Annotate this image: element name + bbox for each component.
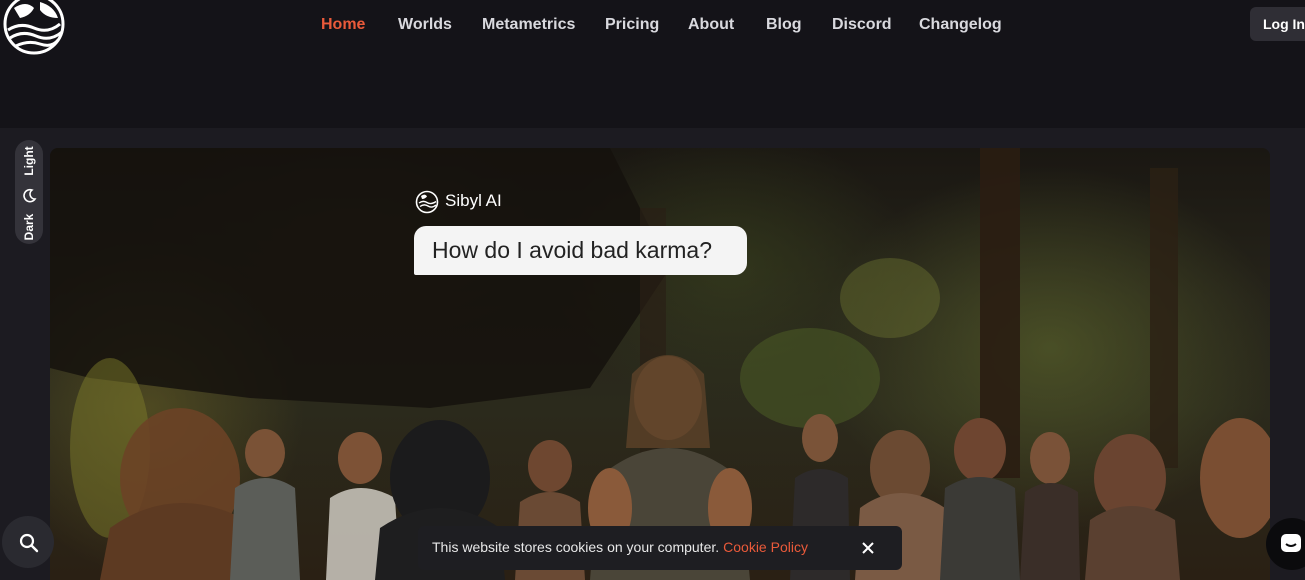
theme-dark-label[interactable]: Dark [22,214,36,241]
main-nav: Home Worlds Metametrics Pricing About Bl… [0,14,1305,36]
close-icon[interactable] [858,538,878,558]
cookie-banner: This website stores cookies on your comp… [418,526,902,570]
hero-image: Sibyl AI How do I avoid bad karma? [50,148,1270,580]
question-bubble: How do I avoid bad karma? [414,226,747,275]
sibyl-logo-icon [415,190,439,214]
nav-discord[interactable]: Discord [832,14,892,36]
nav-pricing[interactable]: Pricing [605,14,659,36]
nav-blog[interactable]: Blog [766,14,802,36]
hero-scene-illustration [50,148,1270,580]
theme-light-label[interactable]: Light [22,146,36,175]
nav-worlds[interactable]: Worlds [398,14,452,36]
cookie-message: This website stores cookies on your comp… [432,539,720,555]
cookie-policy-link[interactable]: Cookie Policy [723,539,808,555]
nav-home[interactable]: Home [321,14,365,36]
login-button[interactable]: Log In [1250,7,1305,41]
top-navigation-bar: Home Worlds Metametrics Pricing About Bl… [0,0,1305,128]
chat-launcher-button[interactable] [1266,518,1305,570]
nav-changelog[interactable]: Changelog [919,14,1002,36]
assistant-name: Sibyl AI [445,191,502,210]
moon-icon [23,188,37,203]
cookie-message-wrap: This website stores cookies on your comp… [432,539,808,555]
search-button[interactable] [2,516,54,568]
theme-toggle[interactable]: Light Dark [15,140,43,244]
nav-about[interactable]: About [688,14,734,36]
chat-icon [1281,534,1301,552]
nav-metametrics[interactable]: Metametrics [482,14,575,36]
search-icon [19,533,39,553]
